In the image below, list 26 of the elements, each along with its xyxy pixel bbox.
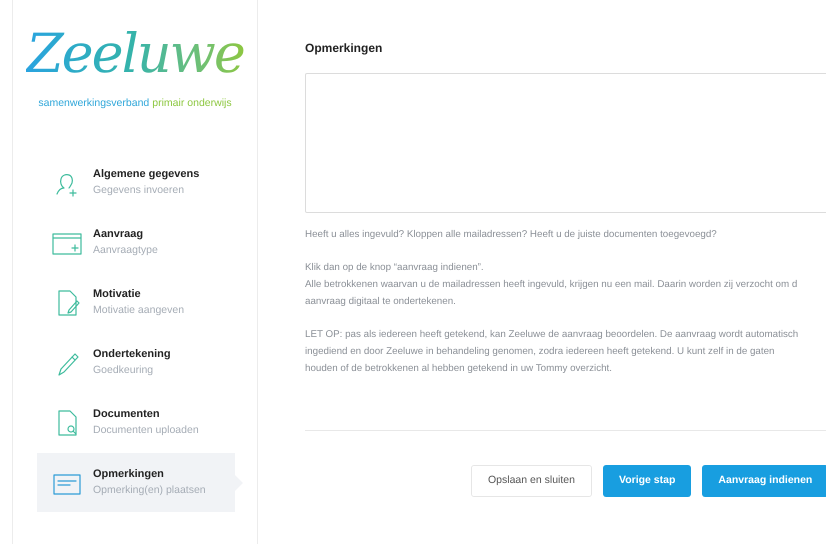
- info-paragraph: LET OP: pas als iedereen heeft getekend, kan Zeeluwe de aanvraag beoordelen. De aanvraag wordt automatisch ingediend en door Zeeluwe in behandeling genomen, zodra iedereen heeft getekend. U kunt zelf in de gaten houden of de betrokkenen al hebben getekend in uw Tommy overzicht.: [305, 328, 800, 376]
- logo-tagline: samenwerkingsverband: [38, 96, 150, 111]
- logo-tagline: primair onderwijs: [152, 96, 232, 111]
- step-title: Opmerkingen: [93, 467, 165, 482]
- step-item[interactable]: Ondertekening Goedkeuring: [37, 333, 235, 392]
- step-subtitle: Documenten uploaden: [93, 422, 199, 438]
- step-item[interactable]: Opmerkingen Opmerking(en) plaatsen: [37, 453, 235, 512]
- step-title: Motivatie: [93, 287, 142, 302]
- action-button[interactable]: Opslaan en sluiten: [471, 465, 592, 497]
- info-paragraph: Klik dan op de knop “aanvraag indienen”. Alle betrokkenen waarvan u de mailadressen heeft ingevuld, krijgen nu een mail. Daarin worden zij verzocht om d aanvraag digitaal te ondertekenen.: [305, 261, 798, 309]
- step-item[interactable]: Documenten Documenten uploaden: [37, 393, 235, 452]
- step-title: Aanvraag: [93, 227, 144, 242]
- step-title: Algemene gegevens: [93, 167, 200, 182]
- info-paragraph: Heeft u alles ingevuld? Kloppen alle mailadressen? Heeft u de juiste documenten toegevoegd?: [305, 228, 718, 242]
- step-subtitle: Opmerking(en) plaatsen: [93, 482, 206, 498]
- step-item[interactable]: Motivatie Motivatie aangeven: [37, 273, 235, 332]
- comments-field[interactable]: [305, 73, 826, 213]
- step-item[interactable]: Algemene gegevens Gegevens invoeren: [37, 153, 235, 212]
- step-subtitle: Goedkeuring: [93, 362, 154, 378]
- step-subtitle: Motivatie aangeven: [93, 302, 184, 318]
- step-subtitle: Gegevens invoeren: [93, 182, 186, 198]
- step-title: Documenten: [93, 407, 161, 422]
- step-title: Ondertekening: [93, 347, 171, 362]
- step-subtitle: Aanvraagtype: [93, 242, 158, 258]
- step-item[interactable]: Aanvraag Aanvraagtype: [37, 213, 235, 272]
- section-heading: Opmerkingen: [305, 40, 384, 56]
